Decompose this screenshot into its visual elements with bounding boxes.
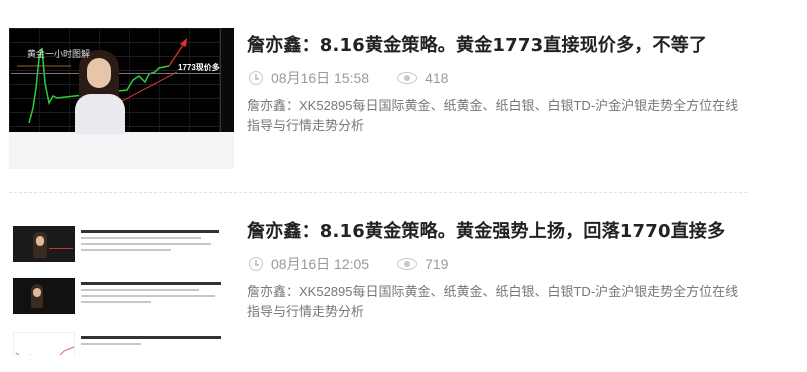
view-count: 418 [425,70,449,86]
clock-icon [249,71,263,85]
article-thumbnail[interactable] [9,214,234,355]
eye-icon [397,258,418,270]
article-title[interactable]: 詹亦鑫：8.16黄金策略。黄金强势上扬，回落1770直接多 [247,217,725,243]
article-meta: 08月16日 15:58 418 [249,68,448,88]
article-summary: 詹亦鑫：XK52895每日国际黄金、纸黄金、纸白银、白银TD-沪金沪银走势全方位… [247,284,739,319]
article-item[interactable]: 黄金一小时图解 1773现价多 詹亦鑫：8.16黄金策略。黄金1773直接现价多… [9,28,747,170]
thumbnail-video-frame: 黄金一小时图解 1773现价多 [9,28,234,134]
article-thumbnail[interactable]: 黄金一小时图解 1773现价多 [9,28,234,169]
article-meta: 08月16日 12:05 719 [249,254,448,274]
thumbnail-caption: 黄金一小时图解 [27,50,91,60]
publish-date: 08月16日 15:58 [271,70,370,86]
publish-date: 08月16日 12:05 [271,256,370,272]
article-summary: 詹亦鑫：XK52895每日国际黄金、纸黄金、纸白银、白银TD-沪金沪银走势全方位… [247,98,739,133]
thumbnail-label: 1773现价多 [178,63,220,72]
divider [9,192,747,193]
price-scale [220,28,234,132]
article-item[interactable]: 詹亦鑫：8.16黄金策略。黄金强势上扬，回落1770直接多 08月16日 12:… [9,214,747,364]
view-count: 719 [425,256,449,272]
clock-icon [249,257,263,271]
thumbnail-list-row [13,332,227,355]
article-title[interactable]: 詹亦鑫：8.16黄金策略。黄金1773直接现价多，不等了 [247,31,707,57]
eye-icon [397,72,418,84]
thumbnail-list-row [13,278,227,314]
thumbnail-list-row [13,226,227,262]
